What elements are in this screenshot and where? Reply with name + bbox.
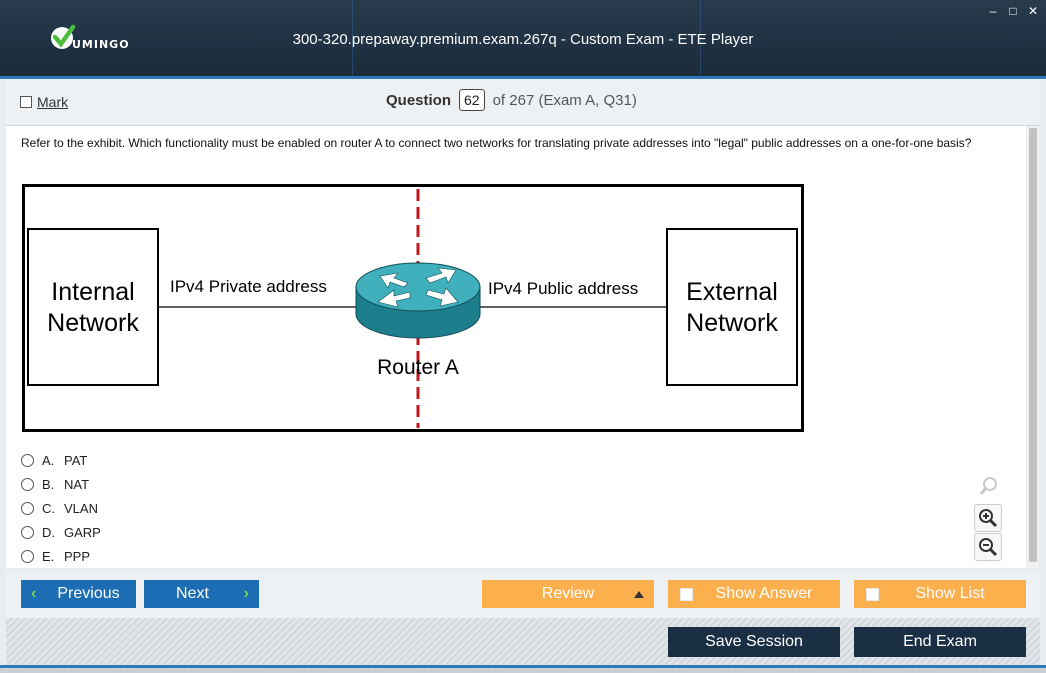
radio-button[interactable] [21, 525, 34, 539]
external-network-label-1: External [686, 278, 778, 306]
minimize-icon[interactable]: – [986, 4, 1000, 18]
window-title: 300-320.prepaway.premium.exam.267q - Cus… [292, 31, 754, 48]
bottom-edge [0, 668, 1046, 673]
end-exam-button[interactable]: End Exam [854, 627, 1026, 657]
answer-option-a[interactable]: A. PAT [21, 448, 101, 472]
question-text: Refer to the exhibit. Which functionalit… [21, 136, 972, 150]
external-network-label-2: Network [686, 309, 778, 337]
answer-text: PAT [64, 452, 88, 468]
answer-list: A. PAT B. NAT C. VLAN D. GARP E. PPP [21, 448, 101, 568]
mark-label: Mark [37, 94, 69, 110]
answer-letter: C. [42, 500, 55, 516]
next-label: Next [176, 585, 209, 602]
public-address-label: IPv4 Public address [488, 279, 638, 298]
question-total: of 267 (Exam A, Q31) [492, 91, 637, 109]
answer-option-c[interactable]: C. VLAN [21, 496, 101, 520]
question-bar: Mark Question 62 of 267 (Exam A, Q31) [6, 79, 1040, 126]
answer-option-b[interactable]: B. NAT [21, 472, 101, 496]
answer-text: PPP [64, 548, 91, 564]
internal-network-label-2: Network [47, 309, 139, 337]
question-number-input[interactable]: 62 [459, 89, 485, 111]
answer-letter: B. [42, 476, 55, 492]
answer-letter: D. [42, 524, 55, 540]
show-answer-label: Show Answer [715, 585, 813, 602]
internal-network-label-1: Internal [51, 278, 134, 306]
mark-checkbox-box[interactable] [20, 96, 32, 108]
review-label: Review [541, 585, 595, 602]
vertical-scrollbar[interactable] [1027, 126, 1039, 568]
show-list-button[interactable]: Show List [854, 580, 1026, 608]
question-counter: Question 62 of 267 (Exam A, Q31) [386, 89, 637, 111]
magnifier-icon [976, 473, 1002, 499]
footer-bar: Save Session End Exam [6, 618, 1040, 665]
title-bar: UMINGO 300-320.prepaway.premium.exam.267… [0, 0, 1046, 79]
private-address-label: IPv4 Private address [170, 277, 327, 296]
caret-up-icon[interactable] [634, 591, 644, 598]
save-session-button[interactable]: Save Session [668, 627, 840, 657]
answer-text: NAT [64, 476, 90, 492]
exhibit-diagram: Internal Network External Network IPv4 P… [22, 184, 804, 432]
chevron-left-icon: ‹ [31, 585, 37, 602]
close-icon[interactable]: ✕ [1026, 4, 1040, 18]
navigation-bar: ‹ Previous Next › Review Show Answer Sho… [6, 570, 1040, 618]
mark-checkbox[interactable]: Mark [20, 94, 68, 110]
answer-option-d[interactable]: D. GARP [21, 520, 101, 544]
radio-button[interactable] [21, 453, 34, 467]
internal-network-box [27, 228, 159, 386]
answer-letter: E. [42, 548, 55, 564]
previous-label: Previous [57, 585, 120, 602]
show-answer-button[interactable]: Show Answer [668, 580, 840, 608]
answer-text: GARP [64, 524, 101, 540]
answer-text: VLAN [64, 500, 98, 516]
scrollbar-thumb[interactable] [1029, 128, 1037, 562]
previous-button[interactable]: ‹ Previous [21, 580, 136, 608]
radio-button[interactable] [21, 501, 34, 515]
router-icon [355, 262, 481, 339]
maximize-icon[interactable]: □ [1006, 4, 1020, 18]
answer-letter: A. [42, 452, 55, 468]
radio-button[interactable] [21, 549, 34, 563]
chevron-right-icon: › [243, 585, 249, 602]
next-button[interactable]: Next › [144, 580, 259, 608]
zoom-out-icon[interactable] [974, 533, 1002, 561]
radio-button[interactable] [21, 477, 34, 491]
question-label: Question [386, 91, 452, 109]
review-button[interactable]: Review [482, 580, 654, 608]
router-label: Router A [377, 356, 459, 379]
answer-option-e[interactable]: E. PPP [21, 544, 101, 568]
zoom-in-icon[interactable] [974, 504, 1002, 532]
checkbox-icon [866, 588, 879, 601]
checkbox-icon [680, 588, 693, 601]
window-controls: – □ ✕ [986, 4, 1040, 18]
show-list-label: Show List [915, 585, 985, 602]
external-network-box [666, 228, 798, 386]
question-content: Refer to the exhibit. Which functionalit… [6, 126, 1026, 568]
